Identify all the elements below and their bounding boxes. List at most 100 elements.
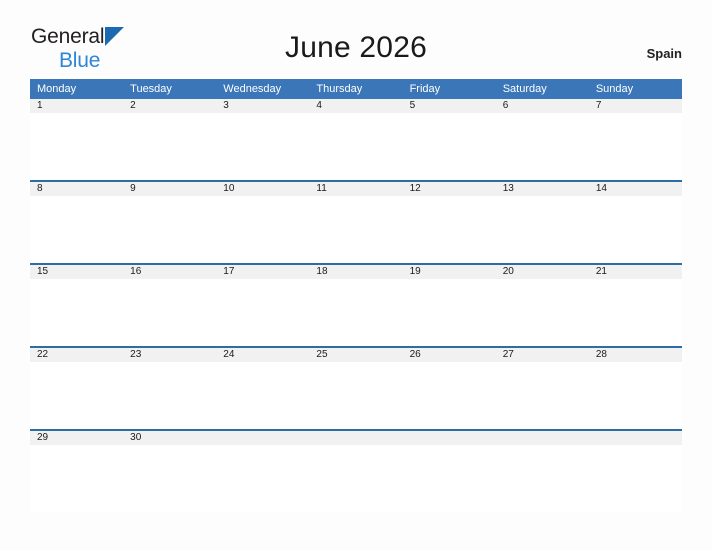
- day-events-area[interactable]: [30, 196, 124, 261]
- day-events-area[interactable]: [216, 445, 310, 510]
- day-events-area[interactable]: [495, 113, 589, 178]
- day-cell[interactable]: 4: [309, 99, 403, 181]
- day-cell[interactable]: 15: [30, 263, 124, 347]
- day-events-area[interactable]: [216, 196, 310, 261]
- page-header: General Blue June 2026 Spain: [0, 0, 712, 71]
- calendar-header-row: Monday Tuesday Wednesday Thursday Friday…: [30, 79, 682, 99]
- day-number: 29: [30, 431, 124, 445]
- day-cell[interactable]: 10: [216, 180, 310, 264]
- day-events-area[interactable]: [123, 113, 217, 178]
- day-cell[interactable]: 23: [123, 346, 217, 430]
- day-events-area[interactable]: [588, 279, 682, 344]
- day-number: [309, 431, 403, 445]
- day-cell-empty[interactable]: [495, 429, 589, 512]
- day-cell[interactable]: 16: [123, 263, 217, 347]
- weekday-header-tuesday: Tuesday: [123, 79, 217, 99]
- day-events-area[interactable]: [309, 362, 403, 427]
- day-events-area[interactable]: [309, 445, 403, 510]
- day-number: 25: [309, 348, 403, 362]
- weekday-header-friday: Friday: [402, 79, 496, 99]
- day-cell[interactable]: 20: [495, 263, 589, 347]
- day-cell[interactable]: 27: [495, 346, 589, 430]
- day-events-area[interactable]: [402, 445, 496, 510]
- day-cell[interactable]: 21: [588, 263, 682, 347]
- day-cell-empty[interactable]: [309, 429, 403, 512]
- day-number: 19: [402, 265, 496, 279]
- day-cell[interactable]: 12: [402, 180, 496, 264]
- day-events-area[interactable]: [588, 362, 682, 427]
- weekday-header-wednesday: Wednesday: [216, 79, 310, 99]
- day-cell[interactable]: 22: [30, 346, 124, 430]
- day-number: [402, 431, 496, 445]
- week-row: 8 9 10 11 12 13 14: [30, 180, 682, 264]
- day-number: 16: [123, 265, 217, 279]
- day-cell[interactable]: 17: [216, 263, 310, 347]
- day-events-area[interactable]: [123, 196, 217, 261]
- day-events-area[interactable]: [216, 362, 310, 427]
- weekday-header-thursday: Thursday: [309, 79, 403, 99]
- day-number: 8: [30, 182, 124, 196]
- day-cell[interactable]: 6: [495, 99, 589, 181]
- day-events-area[interactable]: [309, 279, 403, 344]
- day-events-area[interactable]: [309, 113, 403, 178]
- page-title: June 2026: [285, 31, 427, 64]
- day-events-area[interactable]: [216, 279, 310, 344]
- day-events-area[interactable]: [123, 445, 217, 510]
- day-events-area[interactable]: [402, 196, 496, 261]
- day-cell[interactable]: 26: [402, 346, 496, 430]
- day-events-area[interactable]: [216, 113, 310, 178]
- day-events-area[interactable]: [495, 445, 589, 510]
- day-cell[interactable]: 2: [123, 99, 217, 181]
- day-number: 2: [123, 99, 217, 113]
- day-number: 13: [495, 182, 589, 196]
- day-cell[interactable]: 11: [309, 180, 403, 264]
- day-events-area[interactable]: [495, 279, 589, 344]
- day-cell-empty[interactable]: [402, 429, 496, 512]
- weekday-header-sunday: Sunday: [588, 79, 682, 99]
- day-number: 15: [30, 265, 124, 279]
- day-number: 24: [216, 348, 310, 362]
- day-events-area[interactable]: [402, 279, 496, 344]
- day-events-area[interactable]: [588, 196, 682, 261]
- day-cell[interactable]: 3: [216, 99, 310, 181]
- day-number: 1: [30, 99, 124, 113]
- day-number: 4: [309, 99, 403, 113]
- week-row: 22 23 24 25 26 27 28: [30, 346, 682, 430]
- day-cell[interactable]: 8: [30, 180, 124, 264]
- day-cell-empty[interactable]: [216, 429, 310, 512]
- day-cell[interactable]: 5: [402, 99, 496, 181]
- day-cell[interactable]: 29: [30, 429, 124, 512]
- day-cell[interactable]: 14: [588, 180, 682, 264]
- day-cell[interactable]: 30: [123, 429, 217, 512]
- day-number: 5: [402, 99, 496, 113]
- day-cell[interactable]: 25: [309, 346, 403, 430]
- day-events-area[interactable]: [30, 279, 124, 344]
- day-events-area[interactable]: [588, 445, 682, 510]
- day-cell-empty[interactable]: [588, 429, 682, 512]
- day-number: 14: [588, 182, 682, 196]
- calendar-table: Monday Tuesday Wednesday Thursday Friday…: [30, 79, 682, 512]
- day-cell[interactable]: 13: [495, 180, 589, 264]
- day-cell[interactable]: 18: [309, 263, 403, 347]
- day-cell[interactable]: 1: [30, 99, 124, 181]
- day-cell[interactable]: 24: [216, 346, 310, 430]
- day-events-area[interactable]: [30, 362, 124, 427]
- day-events-area[interactable]: [495, 196, 589, 261]
- day-number: [588, 431, 682, 445]
- day-cell[interactable]: 19: [402, 263, 496, 347]
- day-events-area[interactable]: [30, 445, 124, 510]
- day-events-area[interactable]: [123, 279, 217, 344]
- region-label: Spain: [646, 46, 682, 61]
- day-events-area[interactable]: [123, 362, 217, 427]
- day-events-area[interactable]: [309, 196, 403, 261]
- day-events-area[interactable]: [402, 362, 496, 427]
- day-cell[interactable]: 7: [588, 99, 682, 181]
- day-events-area[interactable]: [402, 113, 496, 178]
- day-events-area[interactable]: [588, 113, 682, 178]
- weekday-header-monday: Monday: [30, 79, 124, 99]
- day-cell[interactable]: 28: [588, 346, 682, 430]
- day-events-area[interactable]: [495, 362, 589, 427]
- day-cell[interactable]: 9: [123, 180, 217, 264]
- day-events-area[interactable]: [30, 113, 124, 178]
- weekday-header-saturday: Saturday: [495, 79, 589, 99]
